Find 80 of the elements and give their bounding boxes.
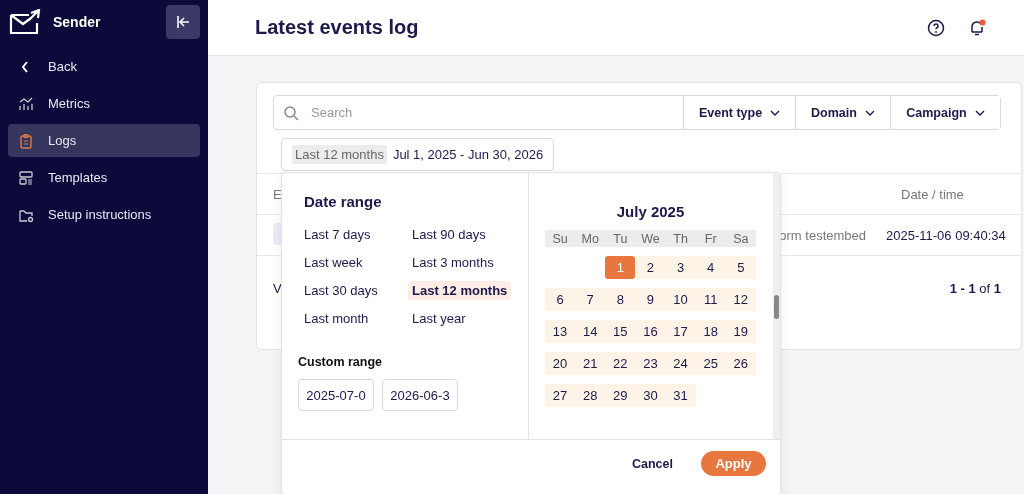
column-header: E: [272, 186, 283, 202]
brand-name: Sender: [53, 14, 102, 30]
sidebar-item[interactable]: Templates: [8, 161, 200, 194]
calendar-day[interactable]: 16: [635, 320, 666, 343]
preset-tag: Last 12 months: [292, 145, 387, 164]
clipboard-icon: [18, 132, 34, 149]
scrollbar-thumb[interactable]: [774, 295, 779, 319]
layout-icon: [18, 169, 34, 186]
calendar-day[interactable]: 17: [665, 320, 696, 343]
calendar-day[interactable]: 27: [545, 384, 576, 407]
custom-range-label: Custom range: [298, 355, 384, 369]
calendar-day[interactable]: 10: [665, 288, 696, 311]
weekday-label: Su: [551, 231, 569, 246]
sidebar-item[interactable]: Metrics: [8, 87, 200, 120]
collapse-icon: [175, 14, 191, 30]
preset-option[interactable]: Last 3 months: [408, 253, 498, 272]
calendar-day[interactable]: 26: [725, 352, 756, 375]
collapse-sidebar-button[interactable]: [166, 5, 200, 39]
calendar-day[interactable]: 4: [695, 256, 726, 279]
preset-option[interactable]: Last 12 months: [408, 281, 512, 300]
calendar-day[interactable]: 31: [665, 384, 696, 407]
date-range-text: Jul 1, 2025 - Jun 30, 2026: [392, 147, 544, 162]
chart-icon: [18, 95, 34, 112]
sidebar-item[interactable]: Setup instructions: [8, 198, 200, 231]
calendar-day[interactable]: 6: [545, 288, 576, 311]
calendar-day[interactable]: 25: [695, 352, 726, 375]
weekday-label: Tu: [612, 231, 629, 246]
preset-option[interactable]: Last 30 days: [300, 281, 382, 300]
date-input[interactable]: 2025-07-0: [298, 379, 374, 411]
chevron-down-icon: [974, 109, 985, 116]
page-title: Latest events log: [255, 16, 420, 39]
calendar-day[interactable]: 9: [635, 288, 666, 311]
calendar-day[interactable]: 15: [605, 320, 636, 343]
calendar-day[interactable]: 5: [725, 256, 756, 279]
calendar-day[interactable]: 2: [635, 256, 666, 279]
preset-option[interactable]: Last month: [300, 309, 373, 328]
calendar-day[interactable]: 20: [545, 352, 576, 375]
calendar-day[interactable]: 21: [575, 352, 606, 375]
calendar-day[interactable]: 24: [665, 352, 696, 375]
sidebar-item[interactable]: Back: [8, 50, 200, 83]
popup-title: Date range: [303, 193, 383, 210]
calendar-day[interactable]: 29: [605, 384, 636, 407]
calendar-day[interactable]: 28: [575, 384, 606, 407]
calendar-day[interactable]: 30: [635, 384, 666, 407]
calendar-day[interactable]: 12: [725, 288, 756, 311]
preset-option[interactable]: Last week: [300, 253, 367, 272]
month-title: July 2025: [615, 203, 686, 220]
table-cell-text: 2025-11-06 09:40:34: [885, 227, 1006, 243]
cancel-button[interactable]: Cancel: [626, 455, 679, 472]
notification-bell-icon[interactable]: [968, 18, 986, 37]
weekday-label: Sa: [732, 231, 750, 246]
calendar-day[interactable]: 8: [605, 288, 636, 311]
weekday-label: Fr: [703, 231, 718, 246]
search-icon: [283, 104, 299, 121]
sidebar-item[interactable]: Logs: [8, 124, 200, 157]
envelope-logo-icon: [9, 9, 43, 35]
weekday-label: Mo: [580, 231, 600, 246]
preset-option[interactable]: Last year: [408, 309, 470, 328]
calendar-day[interactable]: 22: [605, 352, 636, 375]
calendar-day[interactable]: 23: [635, 352, 666, 375]
calendar-day[interactable]: 7: [575, 288, 606, 311]
weekday-label: Th: [672, 231, 689, 246]
calendar-day[interactable]: 14: [575, 320, 606, 343]
calendar-day[interactable]: 13: [545, 320, 576, 343]
calendar-day[interactable]: 19: [725, 320, 756, 343]
pagination-text: 1 - 1 of 1: [949, 280, 1001, 296]
preset-option[interactable]: Last 7 days: [300, 225, 375, 244]
footer-text: V: [272, 280, 283, 296]
filter-dropdown[interactable]: Campaign: [890, 96, 1000, 129]
calendar-day[interactable]: 11: [695, 288, 726, 311]
weekday-label: We: [640, 231, 661, 246]
preset-option[interactable]: Last 90 days: [408, 225, 490, 244]
scrollbar[interactable]: [773, 173, 780, 439]
chevron-down-icon: [864, 109, 875, 116]
chevron-down-icon: [770, 109, 781, 116]
help-icon[interactable]: [927, 18, 945, 37]
calendar-day[interactable]: 18: [695, 320, 726, 343]
date-range-button[interactable]: Last 12 months Jul 1, 2025 - Jun 30, 2026: [281, 138, 555, 171]
calendar-day[interactable]: 3: [665, 256, 696, 279]
date-input[interactable]: 2026-06-3: [382, 379, 458, 411]
